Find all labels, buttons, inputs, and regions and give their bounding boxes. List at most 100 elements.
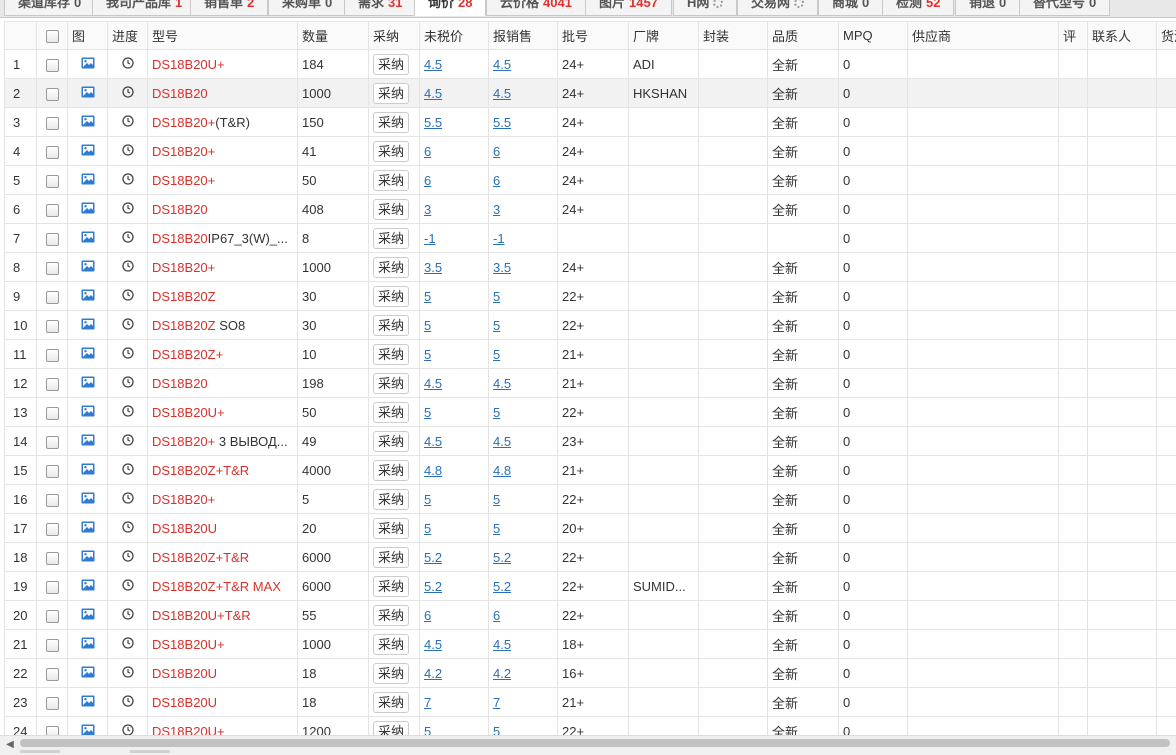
row-progress-cell[interactable]: [107, 397, 148, 427]
table-row[interactable]: 22 DS18B20U 18 采纳 4.2 4.2 16+ 全新 0: [4, 658, 1176, 688]
row-progress-cell[interactable]: [107, 368, 148, 398]
row-progress-cell[interactable]: [107, 542, 148, 572]
image-icon[interactable]: [81, 579, 95, 594]
table-row[interactable]: 20 DS18B20U+T&R 55 采纳 6 6 22+ 全新 0: [4, 600, 1176, 630]
tab-1[interactable]: 渠道库存 0: [4, 0, 96, 16]
clock-icon[interactable]: [121, 115, 134, 130]
price-link[interactable]: -1: [424, 231, 436, 246]
row-checkbox[interactable]: [45, 493, 59, 507]
row-select-cell[interactable]: [36, 78, 68, 108]
clock-icon[interactable]: [121, 202, 134, 217]
adopt-button[interactable]: 采纳: [373, 140, 410, 162]
quote-link[interactable]: 6: [493, 608, 500, 623]
row-checkbox[interactable]: [45, 551, 59, 565]
tab-13[interactable]: 销退 0: [955, 0, 1021, 16]
row-image-cell[interactable]: [67, 629, 108, 659]
tab-14[interactable]: 替代型号 0: [1019, 0, 1111, 16]
horizontal-scrollbar[interactable]: ◀: [0, 735, 1176, 755]
table-row[interactable]: 4 DS18B20+ 41 采纳 6 6 24+ 全新 0: [4, 136, 1176, 166]
price-link[interactable]: 4.5: [424, 57, 442, 72]
image-icon[interactable]: [81, 57, 95, 72]
adopt-button[interactable]: 采纳: [373, 488, 410, 510]
price-link[interactable]: 5: [424, 318, 431, 333]
adopt-button[interactable]: 采纳: [373, 604, 410, 626]
clock-icon[interactable]: [121, 695, 134, 710]
quote-link[interactable]: 4.5: [493, 86, 511, 101]
row-progress-cell[interactable]: [107, 629, 148, 659]
col-image[interactable]: 图: [67, 21, 108, 50]
price-link[interactable]: 3: [424, 202, 431, 217]
quote-link[interactable]: 4.5: [493, 434, 511, 449]
row-image-cell[interactable]: [67, 687, 108, 717]
row-checkbox[interactable]: [45, 145, 59, 159]
clock-icon[interactable]: [121, 405, 134, 420]
row-progress-cell[interactable]: [107, 513, 148, 543]
adopt-button[interactable]: 采纳: [373, 285, 410, 307]
price-link[interactable]: 4.5: [424, 376, 442, 391]
image-icon[interactable]: [81, 550, 95, 565]
row-select-cell[interactable]: [36, 368, 68, 398]
row-select-cell[interactable]: [36, 600, 68, 630]
table-row[interactable]: 8 DS18B20+ 1000 采纳 3.5 3.5 24+ 全新 0: [4, 252, 1176, 282]
row-checkbox[interactable]: [45, 435, 59, 449]
row-progress-cell[interactable]: [107, 194, 148, 224]
row-progress-cell[interactable]: [107, 49, 148, 79]
table-row[interactable]: 16 DS18B20+ 5 采纳 5 5 22+ 全新 0: [4, 484, 1176, 514]
clock-icon[interactable]: [121, 173, 134, 188]
image-icon[interactable]: [81, 695, 95, 710]
row-select-cell[interactable]: [36, 484, 68, 514]
tab-10[interactable]: 交易网: [737, 0, 819, 16]
image-icon[interactable]: [81, 231, 95, 246]
clock-icon[interactable]: [121, 260, 134, 275]
row-image-cell[interactable]: [67, 484, 108, 514]
quote-link[interactable]: 5: [493, 492, 500, 507]
row-image-cell[interactable]: [67, 716, 108, 735]
row-select-cell[interactable]: [36, 49, 68, 79]
row-select-cell[interactable]: [36, 571, 68, 601]
quote-link[interactable]: 5: [493, 318, 500, 333]
row-progress-cell[interactable]: [107, 426, 148, 456]
row-image-cell[interactable]: [67, 78, 108, 108]
image-icon[interactable]: [81, 608, 95, 623]
price-link[interactable]: 7: [424, 695, 431, 710]
col-package[interactable]: 封装: [698, 21, 768, 50]
clock-icon[interactable]: [121, 637, 134, 652]
table-row[interactable]: 15 DS18B20Z+T&R 4000 采纳 4.8 4.8 21+ 全新 0: [4, 455, 1176, 485]
price-link[interactable]: 6: [424, 144, 431, 159]
row-select-cell[interactable]: [36, 136, 68, 166]
row-image-cell[interactable]: [67, 658, 108, 688]
adopt-button[interactable]: 采纳: [373, 691, 410, 713]
tab-8[interactable]: 图片 1457: [585, 0, 672, 16]
tab-9[interactable]: H网: [673, 0, 738, 16]
price-link[interactable]: 4.2: [424, 666, 442, 681]
row-checkbox[interactable]: [45, 58, 59, 72]
image-icon[interactable]: [81, 115, 95, 130]
row-image-cell[interactable]: [67, 339, 108, 369]
row-checkbox[interactable]: [45, 638, 59, 652]
adopt-button[interactable]: 采纳: [373, 53, 410, 75]
row-progress-cell[interactable]: [107, 600, 148, 630]
col-adopt[interactable]: 采纳: [368, 21, 420, 50]
clock-icon[interactable]: [121, 492, 134, 507]
scrollbar-thumb[interactable]: [20, 739, 1170, 747]
arrow-left-icon[interactable]: ◀: [4, 738, 16, 752]
table-row[interactable]: 14 DS18B20+ 3 ВЫВОД... 49 采纳 4.5 4.5 23+ 全新 0: [4, 426, 1176, 456]
col-qty[interactable]: 数量: [297, 21, 369, 50]
adopt-button[interactable]: 采纳: [373, 401, 410, 423]
row-image-cell[interactable]: [67, 194, 108, 224]
row-checkbox[interactable]: [45, 609, 59, 623]
quote-link[interactable]: 5: [493, 724, 500, 736]
row-select-cell[interactable]: [36, 687, 68, 717]
col-contact[interactable]: 联系人: [1087, 21, 1157, 50]
tab-5[interactable]: 需求 31: [344, 0, 417, 16]
adopt-button[interactable]: 采纳: [373, 575, 410, 597]
image-icon[interactable]: [81, 521, 95, 536]
clock-icon[interactable]: [121, 579, 134, 594]
row-image-cell[interactable]: [67, 397, 108, 427]
quote-link[interactable]: 5.2: [493, 550, 511, 565]
col-model[interactable]: 型号: [147, 21, 298, 50]
table-row[interactable]: 1 DS18B20U+ 184 采纳 4.5 4.5 24+ ADI 全新 0: [4, 49, 1176, 79]
image-icon[interactable]: [81, 173, 95, 188]
image-icon[interactable]: [81, 86, 95, 101]
price-link[interactable]: 4.5: [424, 434, 442, 449]
